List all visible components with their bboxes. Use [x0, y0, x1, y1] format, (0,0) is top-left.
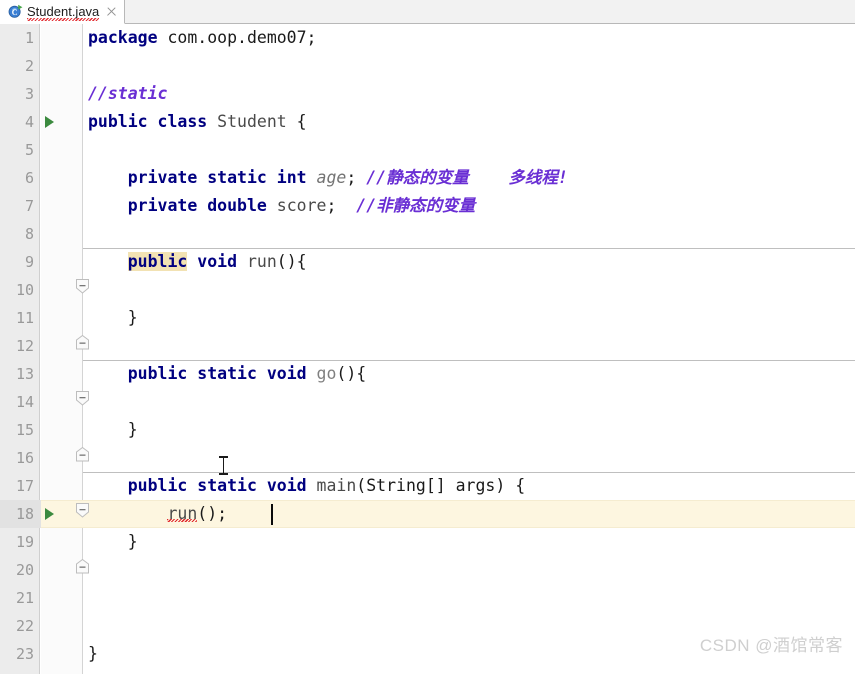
run-class-marker-icon[interactable] [45, 116, 54, 128]
code-line-9[interactable]: public void run(){ [88, 248, 307, 276]
svg-text:C: C [12, 8, 18, 17]
close-brace: } [127, 308, 138, 327]
keyword-class: class [157, 112, 208, 131]
package-name: com.oop.demo07; [157, 28, 317, 47]
code-line-23[interactable]: } [88, 640, 98, 668]
line-number: 9 [24, 253, 34, 271]
method-name-main: main [316, 476, 357, 495]
line-number: 5 [24, 141, 34, 159]
field-score: score [276, 196, 327, 215]
line-number: 7 [24, 197, 34, 215]
fold-marker-icon[interactable] [74, 278, 91, 295]
keyword-public: public [127, 476, 188, 495]
keyword-int: int [276, 168, 307, 187]
comment-static-variable: //静态的变量 [366, 168, 469, 187]
code-line-6[interactable]: private static int age; //静态的变量 多线程! [88, 164, 568, 192]
line-number: 21 [15, 589, 34, 607]
keyword-public: public [88, 112, 148, 131]
code-line-3[interactable]: //static [88, 80, 167, 108]
keyword-void: void [266, 476, 307, 495]
keyword-private: private [127, 168, 198, 187]
keyword-package: package [88, 28, 158, 47]
run-main-method-marker-icon[interactable] [45, 508, 54, 520]
editor-tab-label: Student.java [27, 3, 100, 21]
method-call-run-error: run [167, 504, 198, 523]
code-line-18[interactable]: run(); [88, 500, 227, 528]
ide-editor-window: C Student.java 1 2 3 4 5 6 7 8 9 10 11 1… [0, 0, 855, 674]
semicolon: ; [346, 168, 357, 187]
field-age: age [316, 168, 347, 187]
csdn-watermark: CSDN @酒馆常客 [699, 636, 843, 655]
line-number: 14 [15, 393, 34, 411]
fold-marker-icon[interactable] [74, 446, 91, 463]
code-line-7[interactable]: private double score; //非静态的变量 [88, 192, 475, 220]
comment-non-static-variable: //非静态的变量 [356, 196, 476, 215]
method-name-go: go [316, 364, 337, 383]
line-number: 17 [15, 477, 34, 495]
line-number: 4 [24, 113, 34, 131]
text-caret [271, 504, 273, 525]
line-number: 11 [15, 309, 34, 327]
editor-tab-student-java[interactable]: C Student.java [0, 0, 126, 24]
code-line-4[interactable]: public class Student { [88, 108, 307, 136]
line-number: 20 [15, 561, 34, 579]
keyword-private: private [127, 196, 198, 215]
keyword-void: void [266, 364, 307, 383]
line-number: 23 [15, 645, 34, 663]
code-line-19[interactable]: } [88, 528, 138, 556]
keyword-static: static [207, 168, 267, 187]
code-line-11[interactable]: } [88, 304, 138, 332]
line-number: 10 [15, 281, 34, 299]
comment-static: //static [88, 84, 168, 103]
keyword-static: static [197, 476, 257, 495]
fold-marker-icon[interactable] [74, 390, 91, 407]
line-number: 19 [15, 533, 34, 551]
close-brace: } [127, 532, 138, 551]
editor-tab-bar: C Student.java [0, 0, 855, 24]
class-name-student: Student [217, 112, 287, 131]
code-editor[interactable]: 1 2 3 4 5 6 7 8 9 10 11 12 13 14 15 16 1… [0, 24, 855, 674]
close-brace: } [127, 420, 138, 439]
line-number: 8 [24, 225, 34, 243]
method-name-run: run [246, 252, 277, 271]
keyword-double: double [207, 196, 267, 215]
close-icon[interactable] [106, 6, 117, 17]
keyword-static: static [197, 364, 257, 383]
method-signature-tail: (){ [336, 364, 367, 383]
comment-multithread: 多线程! [508, 168, 568, 187]
line-number: 6 [24, 169, 34, 187]
fold-marker-icon[interactable] [74, 334, 91, 351]
line-number: 16 [15, 449, 34, 467]
keyword-public: public [127, 364, 188, 383]
keyword-void: void [197, 252, 238, 271]
line-number: 22 [15, 617, 34, 635]
keyword-public-highlighted: public [127, 252, 188, 271]
class-close-brace: } [88, 644, 98, 663]
java-class-with-main-icon: C [8, 4, 23, 19]
semicolon: ; [326, 196, 337, 215]
line-number: 13 [15, 365, 34, 383]
code-line-17[interactable]: public static void main(String[] args) { [88, 472, 525, 500]
code-line-15[interactable]: } [88, 416, 138, 444]
line-number: 3 [24, 85, 34, 103]
code-line-13[interactable]: public static void go(){ [88, 360, 366, 388]
main-parameters: (String[] args) { [356, 476, 526, 495]
open-brace: { [296, 112, 307, 131]
line-number: 1 [24, 29, 34, 47]
call-tail: (); [197, 504, 228, 523]
method-signature-tail: (){ [276, 252, 307, 271]
line-number: 18 [15, 505, 34, 523]
line-number: 2 [24, 57, 34, 75]
line-number: 15 [15, 421, 34, 439]
fold-marker-icon[interactable] [74, 558, 91, 575]
line-number: 12 [15, 337, 34, 355]
code-line-1[interactable]: package com.oop.demo07; [88, 24, 317, 52]
